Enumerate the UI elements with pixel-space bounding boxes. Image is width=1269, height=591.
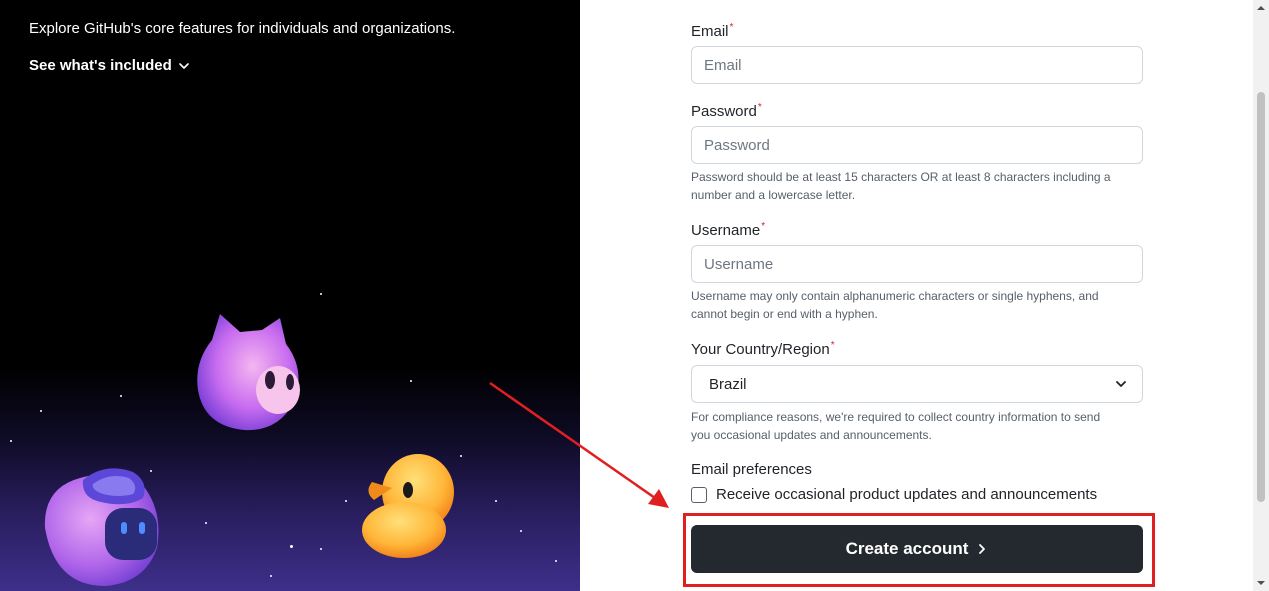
star-decoration [555, 560, 557, 562]
page-scrollbar[interactable] [1253, 0, 1269, 591]
password-hint-line: number and a lowercase letter. [691, 188, 856, 202]
star-decoration [345, 500, 347, 502]
create-account-button[interactable]: Create account [691, 525, 1143, 573]
country-hint-line: For compliance reasons, we're required t… [691, 410, 1101, 424]
star-decoration [410, 380, 412, 382]
star-decoration [320, 548, 322, 550]
star-decoration [495, 500, 497, 502]
username-field[interactable] [691, 245, 1143, 283]
chevron-down-icon [1116, 381, 1126, 387]
password-hint-line: Password should be at least 15 character… [691, 170, 1111, 184]
country-hint-line: you occasional updates and announcements… [691, 428, 932, 442]
password-label-text: Password [691, 103, 757, 120]
required-mark: * [729, 22, 734, 33]
required-mark: * [757, 102, 762, 113]
star-decoration [10, 440, 12, 442]
create-account-label: Create account [845, 539, 969, 558]
scrollbar-thumb[interactable] [1257, 92, 1265, 502]
country-selected-value: Brazil [709, 375, 747, 393]
email-preferences-label: Email preferences [691, 461, 812, 478]
star-decoration [320, 293, 322, 295]
star-decoration [40, 410, 42, 412]
hero-panel: Explore GitHub's core features for indiv… [0, 0, 580, 591]
username-label-text: Username [691, 222, 761, 239]
see-whats-included-label: See what's included [29, 57, 172, 74]
chevron-right-icon [979, 544, 986, 554]
password-hint: Password should be at least 15 character… [691, 168, 1143, 204]
email-preferences-checkbox[interactable] [691, 486, 707, 503]
country-label-text: Your Country/Region [691, 341, 830, 358]
chevron-down-icon [178, 62, 189, 69]
username-hint-line: Username may only contain alphanumeric c… [691, 289, 1099, 303]
scroll-up-arrow-icon[interactable] [1256, 3, 1266, 13]
email-field[interactable] [691, 46, 1143, 84]
country-label: Your Country/Region* [691, 340, 835, 358]
hero-description: Explore GitHub's core features for indiv… [29, 20, 456, 37]
email-label-text: Email [691, 23, 729, 40]
password-label: Password* [691, 102, 762, 120]
username-label: Username* [691, 221, 765, 239]
country-select[interactable]: Brazil [691, 365, 1143, 403]
robot-mascot-illustration [44, 468, 159, 586]
username-hint-line: cannot begin or end with a hyphen. [691, 307, 878, 321]
country-hint: For compliance reasons, we're required t… [691, 408, 1143, 444]
star-decoration [205, 522, 207, 524]
required-mark: * [830, 340, 835, 351]
email-label: Email* [691, 22, 733, 40]
duck-mascot-illustration [362, 454, 454, 558]
username-hint: Username may only contain alphanumeric c… [691, 287, 1143, 323]
star-decoration [120, 395, 122, 397]
star-decoration [270, 575, 272, 577]
email-preferences-checkbox-label[interactable]: Receive occasional product updates and a… [716, 486, 1097, 503]
star-decoration [520, 530, 522, 532]
scroll-down-arrow-icon[interactable] [1256, 578, 1266, 588]
cat-mascot-illustration [197, 314, 300, 431]
see-whats-included-link[interactable]: See what's included [29, 57, 190, 74]
required-mark: * [761, 221, 766, 232]
star-decoration [290, 545, 293, 548]
email-preferences-option[interactable]: Receive occasional product updates and a… [691, 486, 1097, 503]
password-field[interactable] [691, 126, 1143, 164]
